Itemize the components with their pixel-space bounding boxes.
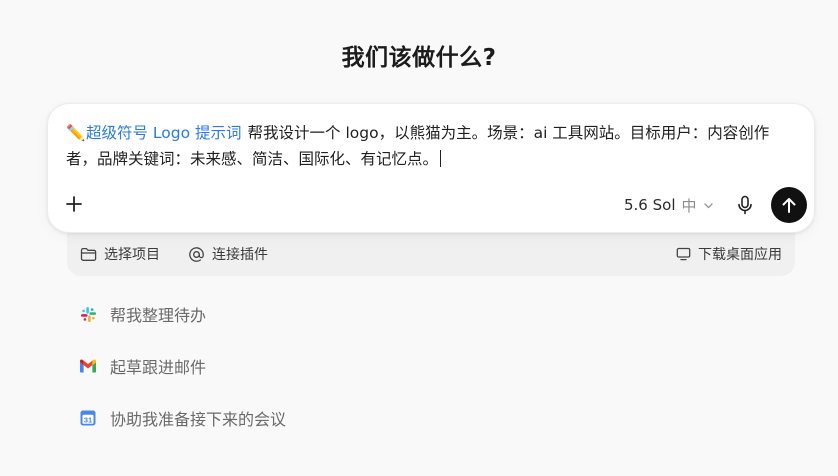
gmail-icon — [79, 357, 97, 375]
prompt-chip[interactable]: ✏️超级符号 Logo 提示词 — [66, 124, 242, 142]
prompt-composer[interactable]: ✏️超级符号 Logo 提示词 帮我设计一个 logo，以熊猫为主。场景：ai 工… — [47, 103, 815, 233]
suggestion-label: 起草跟进邮件 — [110, 358, 207, 377]
suggestion-prepare-meeting[interactable]: 31 协助我准备接下来的会议 — [79, 407, 286, 429]
download-desktop-app-button[interactable]: 下载桌面应用 — [676, 243, 782, 265]
suggestion-label: 协助我准备接下来的会议 — [110, 410, 287, 429]
suggestion-organize-todos[interactable]: 帮我整理待办 — [79, 303, 206, 325]
select-project-label: 选择项目 — [104, 247, 160, 263]
monitor-icon — [676, 247, 691, 261]
connect-plugin-label: 连接插件 — [212, 247, 268, 263]
page-title: 我们该做什么? — [341, 45, 497, 71]
chevron-down-icon — [703, 202, 713, 208]
send-button[interactable] — [771, 187, 807, 223]
model-level: 中 — [681, 196, 697, 215]
folder-icon — [80, 247, 97, 261]
download-desktop-app-label: 下载桌面应用 — [698, 247, 782, 263]
at-sign-icon — [189, 246, 204, 262]
pencil-icon: ✏️ — [66, 124, 86, 142]
calendar-day-number: 31 — [84, 416, 92, 425]
calendar-icon: 31 — [79, 409, 97, 427]
voice-input-button[interactable] — [734, 194, 756, 216]
slack-icon — [79, 305, 97, 323]
arrow-up-icon — [782, 198, 796, 213]
text-caret — [440, 150, 442, 167]
prompt-chip-label: 超级符号 Logo 提示词 — [86, 124, 242, 142]
suggestion-draft-email[interactable]: 起草跟进邮件 — [79, 355, 206, 377]
prompt-input[interactable]: ✏️超级符号 Logo 提示词 帮我设计一个 logo，以熊猫为主。场景：ai 工… — [66, 120, 794, 172]
connect-plugin-button[interactable]: 连接插件 — [188, 243, 268, 265]
select-project-button[interactable]: 选择项目 — [80, 243, 160, 265]
model-selector[interactable]: 5.6 Sol 中 — [624, 194, 714, 216]
suggestion-label: 帮我整理待办 — [110, 306, 207, 325]
model-name: 5.6 Sol — [624, 196, 676, 214]
microphone-icon — [738, 195, 752, 215]
add-attachment-button[interactable] — [62, 192, 86, 216]
plus-icon — [66, 196, 82, 212]
